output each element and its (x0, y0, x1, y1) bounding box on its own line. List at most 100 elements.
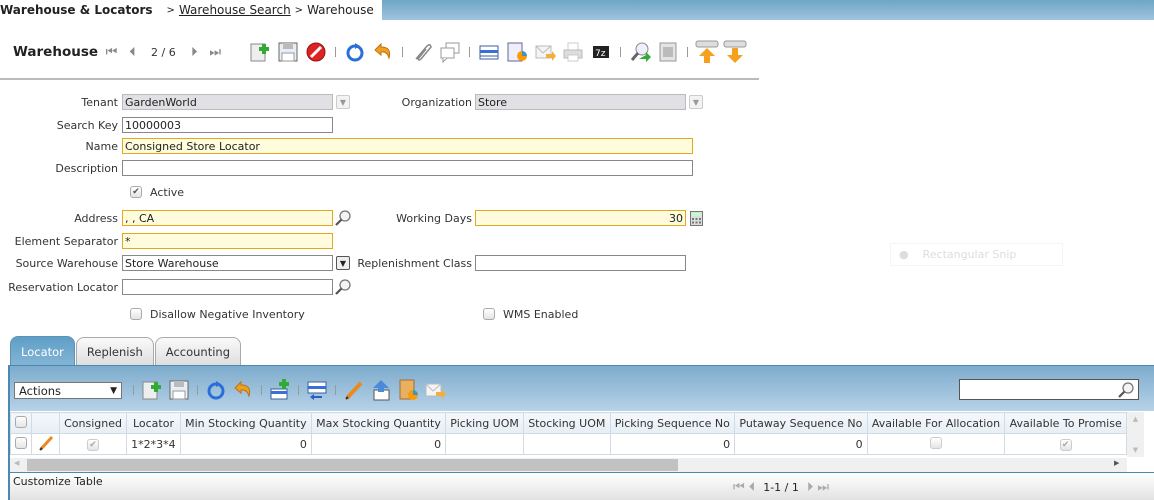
grid-add-row-icon[interactable] (268, 378, 292, 402)
scroll-right-icon[interactable]: ▶ (1114, 459, 1119, 467)
customize-table-link[interactable]: Customize Table (13, 475, 103, 488)
column-header-min-stocking-quantity[interactable]: Min Stocking Quantity (179, 412, 312, 434)
select-all-column[interactable] (10, 412, 32, 434)
edit-column-header (31, 412, 60, 434)
pager-previous-icon[interactable]: ⏴ (749, 480, 756, 495)
grid-vertical-scrollbar[interactable]: ▲ ▼ (1127, 412, 1144, 457)
grid-header-row: Consigned Locator Min Stocking Quantity … (10, 412, 1127, 434)
organization-label: Organization (401, 96, 472, 109)
parent-record-icon[interactable] (695, 40, 719, 64)
stocking-uom-cell[interactable] (523, 433, 611, 455)
min-stocking-quantity-cell[interactable]: 0 (179, 433, 312, 455)
description-field[interactable] (122, 160, 693, 176)
zip-export-icon[interactable]: 7z (589, 40, 613, 64)
table-row[interactable]: ✔ 1*2*3*4 0 0 0 0 ✔ (10, 433, 1127, 455)
grid-new-record-icon[interactable] (140, 378, 164, 402)
grid-undo-icon[interactable] (231, 378, 255, 402)
scroll-down-icon[interactable]: ▼ (1133, 446, 1138, 454)
picking-uom-cell[interactable] (445, 433, 525, 455)
source-warehouse-field[interactable]: Store Warehouse (122, 255, 333, 271)
disallow-negative-inventory-checkbox[interactable] (130, 308, 142, 320)
search-icon[interactable] (1117, 381, 1135, 399)
column-header-picking-uom[interactable]: Picking UOM (445, 412, 525, 434)
breadcrumb-separator: > (166, 4, 175, 16)
archive-report-icon[interactable] (656, 40, 680, 64)
tenant-dropdown-icon: ▼ (336, 95, 350, 109)
toolbar-separator (620, 47, 621, 57)
save-icon[interactable] (276, 40, 300, 64)
export-grid-icon[interactable] (369, 378, 393, 402)
row-select-cell[interactable] (10, 433, 32, 455)
column-header-locator[interactable]: Locator (126, 412, 181, 434)
locator-cell[interactable]: 1*2*3*4 (126, 433, 181, 455)
max-stocking-quantity-cell[interactable]: 0 (310, 433, 447, 455)
row-edit-cell[interactable] (31, 433, 60, 455)
grid-refresh-icon[interactable] (204, 378, 228, 402)
pager-last-icon[interactable]: ⏭ (817, 480, 829, 495)
scroll-up-icon[interactable]: ▲ (1133, 415, 1138, 423)
reservation-locator-field[interactable] (122, 279, 333, 295)
first-record-icon[interactable]: ⏮ (103, 44, 120, 60)
report-chart-icon[interactable] (505, 40, 529, 64)
snip-label: Rectangular Snip (922, 248, 1017, 261)
refresh-icon[interactable] (343, 40, 367, 64)
next-record-icon[interactable]: ⏵ (186, 44, 203, 60)
grid-email-icon[interactable] (423, 378, 447, 402)
grid-search-input[interactable] (959, 379, 1139, 400)
pager-first-icon[interactable]: ⏮ (733, 480, 745, 495)
email-icon[interactable] (533, 40, 557, 64)
column-header-available-for-allocation[interactable]: Available For Allocation (866, 412, 1006, 434)
detail-record-icon[interactable] (723, 40, 747, 64)
breadcrumb-link-warehouse-search[interactable]: Warehouse Search (179, 3, 291, 17)
tab-locator[interactable]: Locator (10, 336, 75, 367)
source-warehouse-dropdown-icon[interactable]: ▼ (336, 256, 350, 270)
tab-replenish[interactable]: Replenish (75, 337, 154, 366)
delete-icon[interactable] (304, 40, 328, 64)
undo-icon[interactable] (371, 40, 395, 64)
select-all-checkbox[interactable] (15, 415, 27, 428)
tab-accounting[interactable]: Accounting (154, 337, 241, 366)
new-record-icon[interactable] (248, 40, 272, 64)
breadcrumb-root: Warehouse & Locators (0, 3, 153, 17)
previous-record-icon[interactable]: ⏴ (124, 44, 141, 60)
wms-enabled-checkbox[interactable] (483, 308, 495, 320)
locator-grid: Consigned Locator Min Stocking Quantity … (10, 412, 1127, 455)
attachment-icon[interactable] (410, 40, 434, 64)
picking-sequence-no-cell[interactable]: 0 (609, 433, 736, 455)
reservation-locator-lookup-icon[interactable] (334, 278, 352, 296)
pager-text: 1-1 / 1 (763, 481, 799, 494)
element-separator-field[interactable]: * (122, 233, 333, 249)
grid-toggle-form-icon[interactable] (305, 378, 329, 402)
zoom-across-icon[interactable] (628, 40, 652, 64)
column-header-consigned[interactable]: Consigned (58, 412, 128, 434)
calculator-icon[interactable] (690, 211, 703, 226)
element-separator-label: Element Separator (14, 235, 118, 248)
column-header-putaway-sequence-no[interactable]: Putaway Sequence No (734, 412, 868, 434)
address-lookup-icon[interactable] (334, 209, 352, 227)
edit-pencil-icon[interactable] (342, 378, 366, 402)
grid-save-icon[interactable] (167, 378, 191, 402)
column-header-available-to-promise[interactable]: Available To Promise (1004, 412, 1127, 434)
print-icon[interactable] (561, 40, 585, 64)
column-header-picking-sequence-no[interactable]: Picking Sequence No (609, 412, 736, 434)
toolbar-separator (197, 385, 198, 395)
replenishment-class-field[interactable] (475, 255, 686, 271)
chat-icon[interactable] (438, 40, 462, 64)
address-field[interactable]: , , CA (122, 210, 333, 226)
pager-next-icon[interactable]: ⏵ (807, 480, 814, 495)
working-days-field[interactable]: 30 (475, 210, 686, 226)
grid-report-icon[interactable] (396, 378, 420, 402)
actions-dropdown[interactable]: Actions ▼ (14, 382, 122, 399)
putaway-sequence-no-cell[interactable]: 0 (734, 433, 868, 455)
column-header-max-stocking-quantity[interactable]: Max Stocking Quantity (310, 412, 447, 434)
scroll-left-icon[interactable]: ◀ (14, 459, 19, 467)
edit-pencil-icon[interactable] (38, 435, 54, 451)
row-select-checkbox[interactable] (15, 436, 27, 449)
last-record-icon[interactable]: ⏭ (207, 44, 224, 60)
grid-toggle-icon[interactable] (477, 40, 501, 64)
active-checkbox[interactable]: ✔ (130, 186, 142, 198)
search-key-field[interactable]: 10000003 (122, 117, 333, 133)
name-field[interactable]: Consigned Store Locator (122, 138, 693, 154)
horizontal-scroll-thumb[interactable] (27, 459, 678, 471)
column-header-stocking-uom[interactable]: Stocking UOM (523, 412, 611, 434)
